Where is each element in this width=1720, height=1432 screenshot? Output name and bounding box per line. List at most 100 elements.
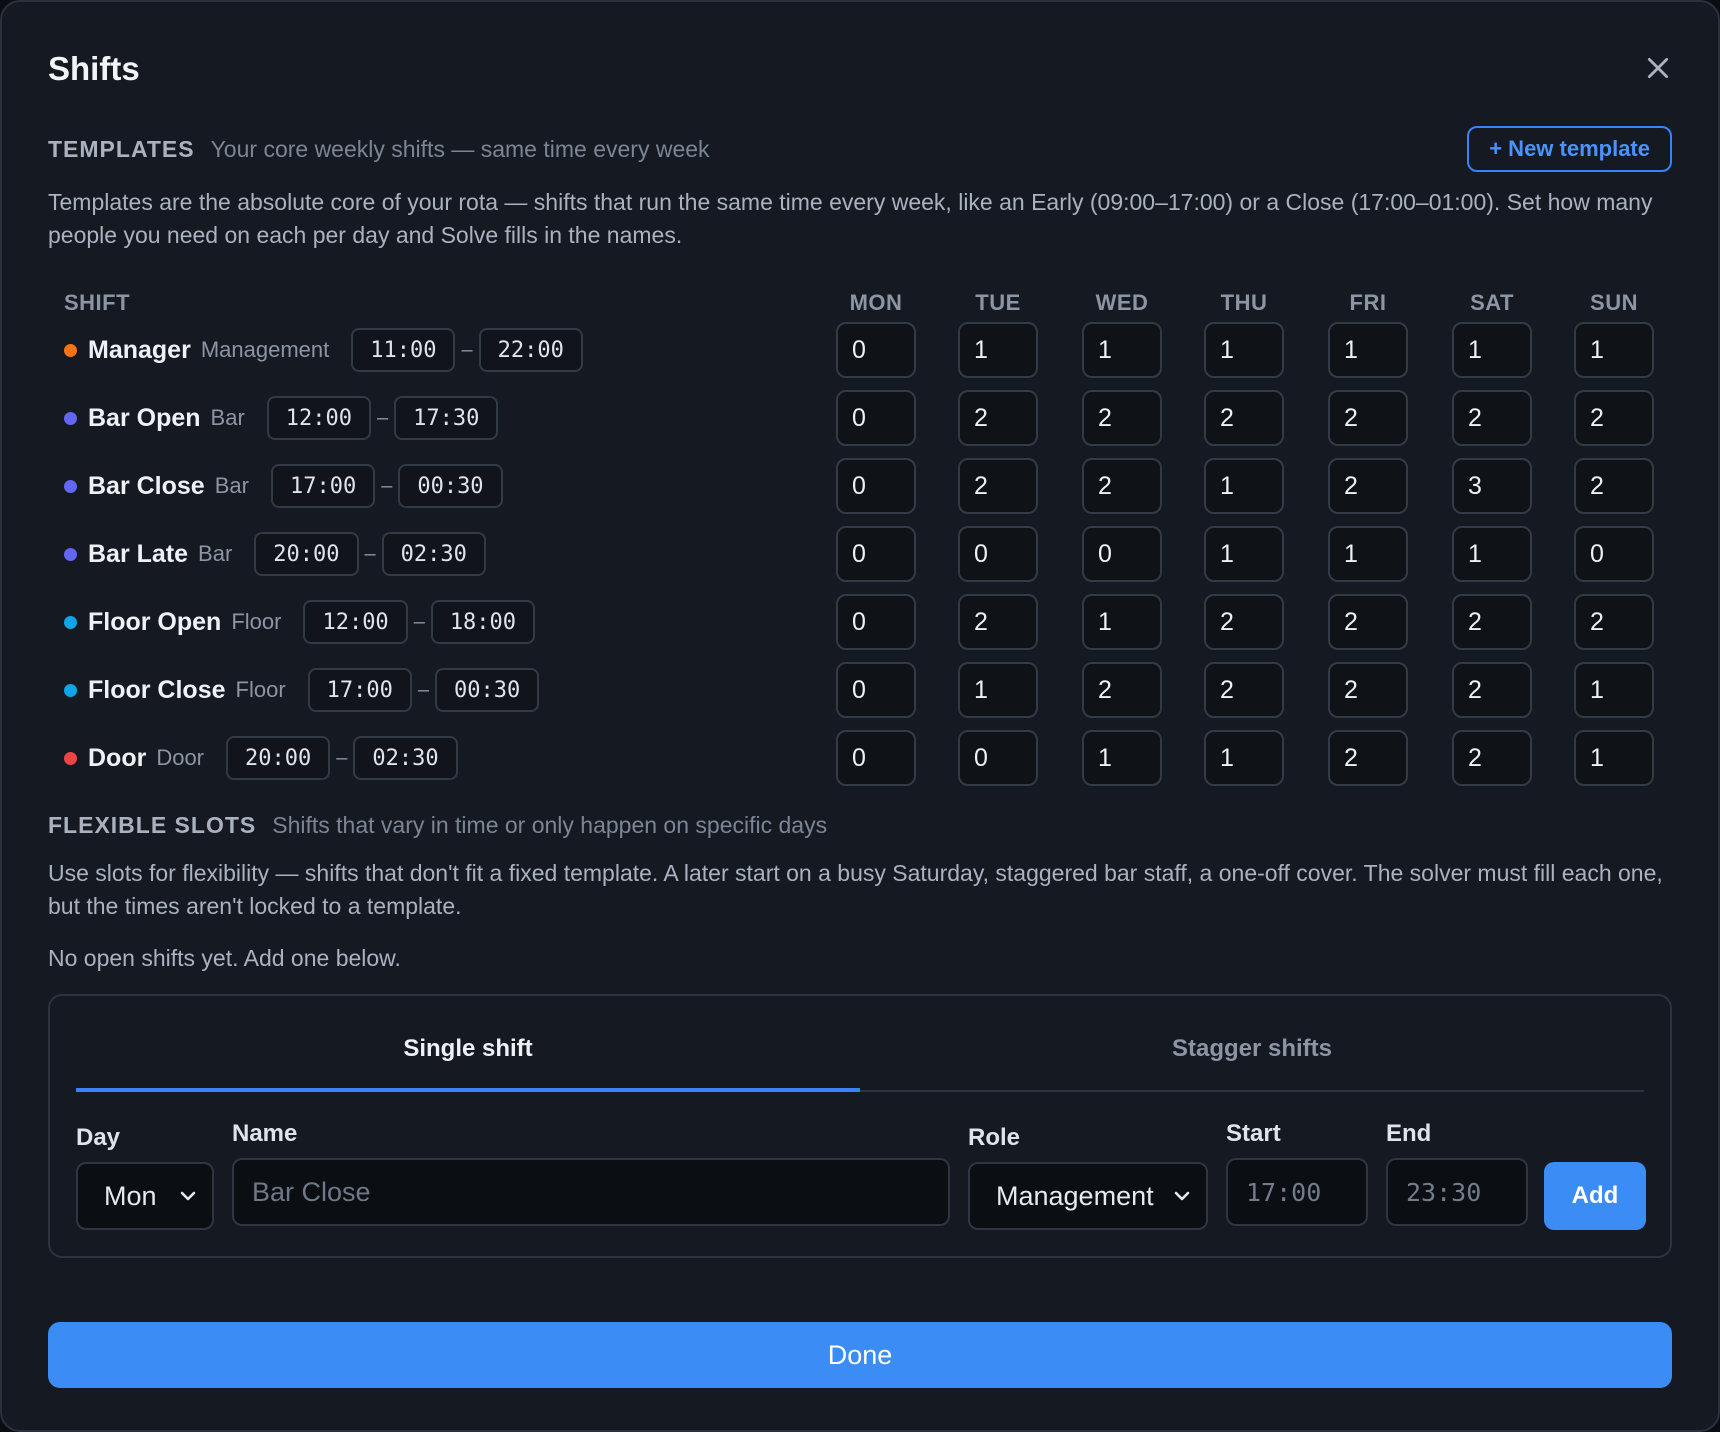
time-separator: – [377,406,389,429]
count-input-sat[interactable]: 2 [1452,730,1532,786]
count-input-wed[interactable]: 1 [1082,322,1162,378]
count-input-sat[interactable]: 1 [1452,322,1532,378]
count-input-thu[interactable]: 1 [1204,458,1284,514]
count-input-sun[interactable]: 2 [1574,594,1654,650]
count-input-mon[interactable]: 0 [836,390,916,446]
role-color-dot [64,343,77,357]
new-template-button[interactable]: + New template [1467,126,1672,172]
shift-name: Floor Open [88,607,222,636]
count-input-mon[interactable]: 0 [836,594,916,650]
modal-title: Shifts [48,50,140,87]
shift-role: Bar [198,541,233,566]
templates-section-header: TEMPLATES Your core weekly shifts — same… [48,126,1672,172]
shift-name: Door [88,743,147,772]
count-input-tue[interactable]: 0 [958,730,1038,786]
count-input-tue[interactable]: 0 [958,526,1038,582]
count-input-wed[interactable]: 2 [1082,458,1162,514]
tab-single-shift[interactable]: Single shift [76,996,860,1092]
count-input-mon[interactable]: 0 [836,458,916,514]
end-time-field[interactable]: 22:00 [478,328,583,372]
shift-name: Bar Open [88,403,201,432]
count-input-fri[interactable]: 2 [1328,730,1408,786]
count-input-wed[interactable]: 1 [1082,730,1162,786]
templates-label: TEMPLATES [48,135,195,162]
add-slot-button[interactable]: Add [1544,1162,1646,1230]
start-time-field[interactable]: 11:00 [351,328,456,372]
start-time-field[interactable]: 20:00 [254,532,359,576]
count-input-fri[interactable]: 1 [1328,526,1408,582]
count-input-mon[interactable]: 0 [836,526,916,582]
start-time-field[interactable]: 17:00 [270,464,376,508]
count-input-wed[interactable]: 2 [1082,662,1162,718]
template-row: Manager Management 11:00–22:00 0 1 1 1 1 1 1 [48,322,1672,390]
count-input-thu[interactable]: 2 [1204,594,1284,650]
count-input-fri[interactable]: 2 [1328,662,1408,718]
count-input-thu[interactable]: 2 [1204,390,1284,446]
start-time-field[interactable]: 12:00 [266,396,372,440]
count-input-sat[interactable]: 3 [1452,458,1532,514]
end-time-field[interactable]: 02:30 [353,736,458,780]
slot-tabs: Single shift Stagger shifts [76,996,1644,1092]
count-input-sun[interactable]: 1 [1574,730,1654,786]
end-time-field[interactable]: 17:30 [394,396,499,440]
template-info: Manager Management 11:00–22:00 [64,322,583,378]
count-input-wed[interactable]: 2 [1082,390,1162,446]
count-input-fri[interactable]: 2 [1328,390,1408,446]
count-input-tue[interactable]: 1 [958,322,1038,378]
count-input-sat[interactable]: 1 [1452,526,1532,582]
count-input-fri[interactable]: 1 [1328,322,1408,378]
end-time-field[interactable]: 02:30 [381,532,486,576]
count-input-tue[interactable]: 1 [958,662,1038,718]
shift-role: Management [200,337,330,362]
close-button[interactable] [1638,48,1678,88]
template-row: Bar Late Bar 20:00–02:30 0 0 0 1 1 1 0 [48,526,1672,594]
end-time-field[interactable]: 18:00 [430,600,536,644]
tab-stagger-shifts[interactable]: Stagger shifts [860,996,1644,1090]
count-input-thu[interactable]: 2 [1204,662,1284,718]
end-time-field[interactable]: 00:30 [435,668,540,712]
role-label: Role [968,1124,1021,1151]
start-time-field[interactable]: 20:00 [226,736,331,780]
count-input-wed[interactable]: 0 [1082,526,1162,582]
count-input-tue[interactable]: 2 [958,390,1038,446]
grid-header: SHIFT MON TUE WED THU FRI SAT SUN [48,282,1672,322]
end-time-input[interactable]: 23:30 [1386,1158,1528,1226]
role-select[interactable]: Management [968,1162,1208,1230]
done-button[interactable]: Done [48,1322,1672,1388]
count-input-sat[interactable]: 2 [1452,594,1532,650]
time-separator: – [381,474,393,497]
count-input-tue[interactable]: 2 [958,458,1038,514]
start-time-field[interactable]: 17:00 [307,668,412,712]
start-time-input[interactable]: 17:00 [1226,1158,1368,1226]
count-input-wed[interactable]: 1 [1082,594,1162,650]
start-time-field[interactable]: 12:00 [303,600,408,644]
empty-note: No open shifts yet. Add one below. [48,945,401,971]
role-color-dot [64,751,77,765]
count-input-tue[interactable]: 2 [958,594,1038,650]
count-input-sun[interactable]: 1 [1574,662,1654,718]
count-input-thu[interactable]: 1 [1204,526,1284,582]
count-input-mon[interactable]: 0 [836,730,916,786]
count-input-sat[interactable]: 2 [1452,390,1532,446]
end-time-field[interactable]: 00:30 [398,464,503,508]
day-header-sun: SUN [1590,290,1638,315]
role-color-dot [64,411,77,425]
count-input-sun[interactable]: 0 [1574,526,1654,582]
name-input[interactable]: Bar Close [232,1158,950,1226]
count-input-thu[interactable]: 1 [1204,322,1284,378]
count-input-fri[interactable]: 2 [1328,458,1408,514]
count-input-sun[interactable]: 2 [1574,458,1654,514]
count-input-sun[interactable]: 2 [1574,390,1654,446]
count-input-mon[interactable]: 0 [836,322,916,378]
count-input-sun[interactable]: 1 [1574,322,1654,378]
count-input-fri[interactable]: 2 [1328,594,1408,650]
template-info: Bar Open Bar 12:00–17:30 [64,390,499,446]
day-select[interactable]: Mon [76,1162,214,1230]
shift-role: Bar [210,405,245,430]
count-input-thu[interactable]: 1 [1204,730,1284,786]
count-input-mon[interactable]: 0 [836,662,916,718]
role-color-dot [64,683,77,697]
template-info: Floor Open Floor 12:00–18:00 [64,594,536,650]
time-separator: – [417,678,429,701]
count-input-sat[interactable]: 2 [1452,662,1532,718]
